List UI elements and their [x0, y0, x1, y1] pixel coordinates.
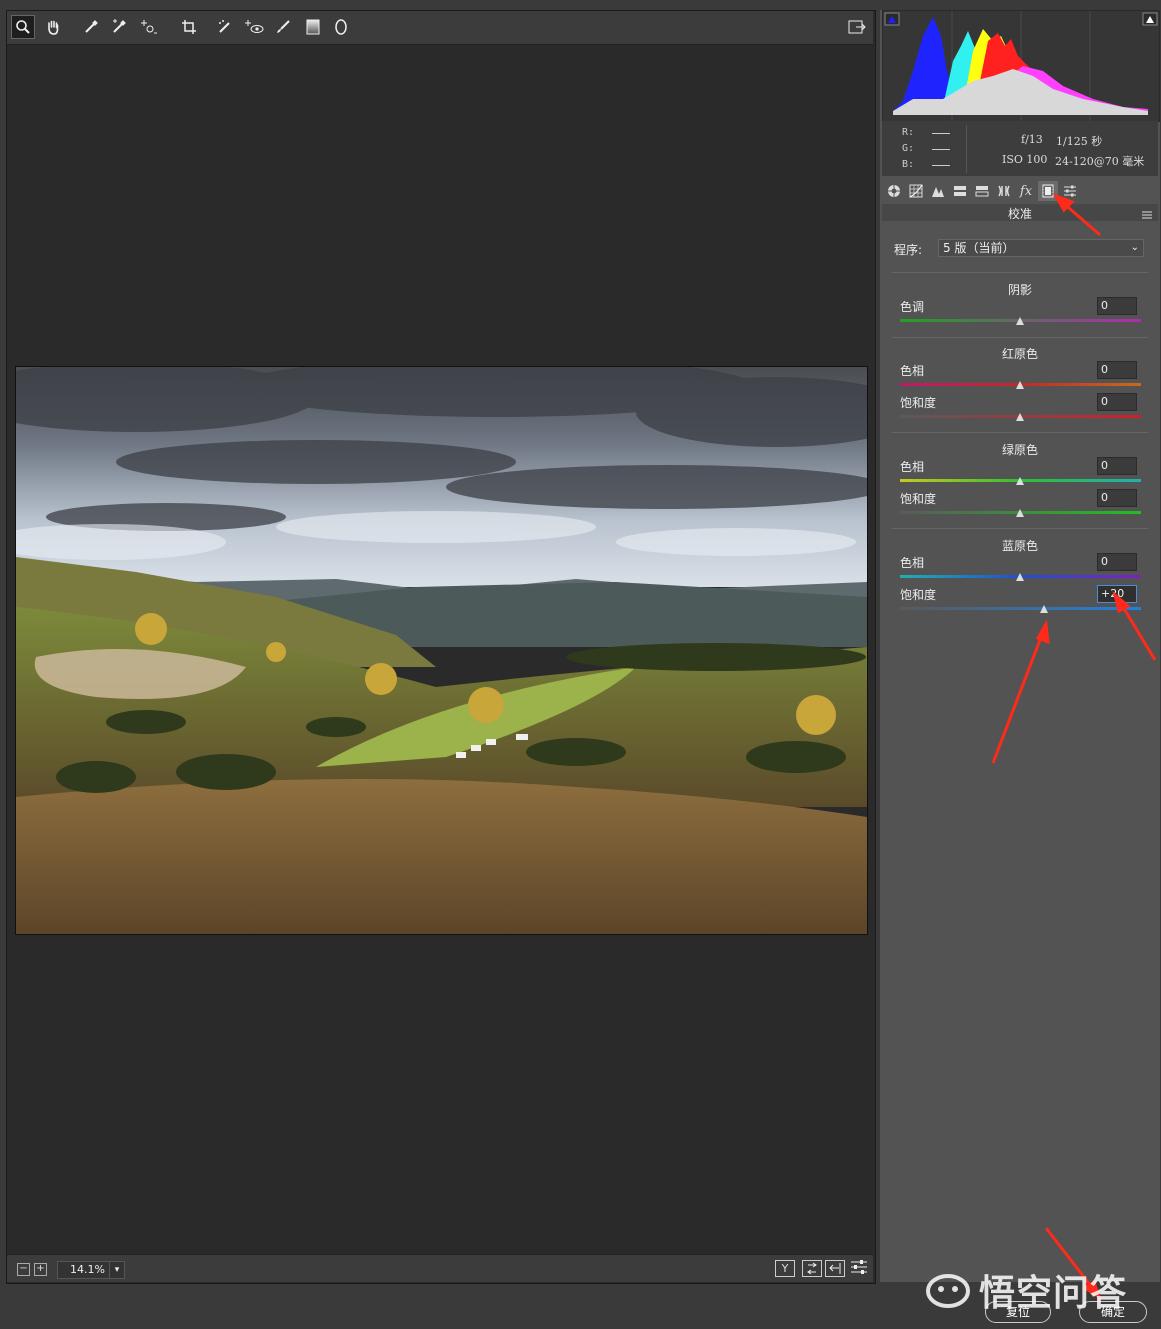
- red-hue-label: 色相: [900, 364, 925, 378]
- watermark: 悟空问答: [925, 1264, 1127, 1319]
- green-hue-label: 色相: [900, 460, 925, 474]
- red-saturation-label: 饱和度: [900, 396, 937, 410]
- green-saturation-slider-thumb[interactable]: [1016, 509, 1024, 517]
- color-sampler-tool-icon[interactable]: [107, 15, 131, 39]
- process-version-select[interactable]: 5 版（当前） ⌄: [938, 239, 1144, 257]
- blue-primary-title: 蓝原色: [1001, 539, 1038, 553]
- graduated-filter-tool-icon[interactable]: [301, 15, 325, 39]
- zoom-out-button[interactable]: −: [17, 1263, 30, 1276]
- chevron-down-icon: ▾: [109, 1262, 124, 1278]
- red-readout-label: R:: [902, 127, 915, 138]
- detail-tab-icon[interactable]: [928, 181, 948, 201]
- adjustment-brush-tool-icon[interactable]: [271, 15, 295, 39]
- aperture-value: f/13: [1021, 133, 1043, 146]
- green-readout-label: G:: [902, 143, 915, 154]
- white-balance-tool-icon[interactable]: [79, 15, 103, 39]
- green-primary-title: 绿原色: [1001, 443, 1038, 457]
- green-saturation-input[interactable]: 0: [1097, 489, 1137, 507]
- zoom-tool-icon[interactable]: [11, 15, 35, 39]
- before-after-view-icon[interactable]: Y: [775, 1260, 795, 1277]
- red-hue-input[interactable]: 0: [1097, 361, 1137, 379]
- blue-readout-label: B:: [902, 159, 915, 170]
- section-title: 校准: [1007, 207, 1032, 221]
- export-icon[interactable]: [845, 15, 869, 39]
- red-saturation-input[interactable]: 0: [1097, 393, 1137, 411]
- tool-bar: [7, 11, 873, 45]
- spot-removal-tool-icon[interactable]: [213, 15, 237, 39]
- blue-saturation-label: 饱和度: [900, 588, 937, 602]
- effects-fx-tab-icon[interactable]: fx: [1016, 181, 1036, 201]
- watermark-logo-icon: [925, 1272, 971, 1319]
- image-info: R: G: B: f/13 1/125 秒 ISO 100 24-120@70 …: [882, 121, 1158, 176]
- calibration-tab-icon[interactable]: [1038, 181, 1058, 201]
- watermark-text: 悟空问答: [979, 1273, 1128, 1314]
- red-eye-tool-icon[interactable]: [242, 15, 266, 39]
- radial-filter-tool-icon[interactable]: [329, 15, 353, 39]
- zoom-level-value: 14.1%: [70, 1263, 105, 1276]
- blue-saturation-input[interactable]: +20: [1097, 585, 1137, 603]
- red-saturation-slider-thumb[interactable]: [1016, 413, 1024, 421]
- blue-hue-label: 色相: [900, 556, 925, 570]
- green-saturation-label: 饱和度: [900, 492, 937, 506]
- blue-saturation-slider-thumb[interactable]: [1040, 605, 1048, 613]
- panel-tabs: fx: [882, 180, 1158, 202]
- zoom-level-select[interactable]: 14.1% ▾: [57, 1261, 125, 1279]
- chevron-down-icon: ⌄: [1130, 242, 1139, 253]
- settings-sliders-icon[interactable]: [850, 1259, 868, 1276]
- histogram: [882, 10, 1160, 122]
- lens-value: 24-120@70 毫米: [1055, 155, 1145, 168]
- red-hue-slider-thumb[interactable]: [1016, 381, 1024, 389]
- copy-settings-icon[interactable]: [825, 1260, 845, 1277]
- shutter-value: 1/125 秒: [1056, 135, 1103, 148]
- hand-tool-icon[interactable]: [41, 15, 65, 39]
- shadows-tint-label: 色调: [900, 300, 925, 314]
- green-hue-input[interactable]: 0: [1097, 457, 1137, 475]
- lens-corrections-tab-icon[interactable]: [994, 181, 1014, 201]
- presets-tab-icon[interactable]: [1060, 181, 1080, 201]
- basic-tab-icon[interactable]: [884, 181, 904, 201]
- process-version-value: 5 版（当前）: [943, 241, 1015, 255]
- blue-hue-input[interactable]: 0: [1097, 553, 1137, 571]
- tone-curve-tab-icon[interactable]: [906, 181, 926, 201]
- hsl-tab-icon[interactable]: [950, 181, 970, 201]
- panel-menu-icon[interactable]: [1142, 208, 1152, 222]
- landscape-photo: [15, 366, 868, 935]
- green-hue-slider-thumb[interactable]: [1016, 477, 1024, 485]
- shadows-tint-input[interactable]: 0: [1097, 297, 1137, 315]
- blue-saturation-slider-track[interactable]: [900, 607, 1141, 610]
- blue-hue-slider-thumb[interactable]: [1016, 573, 1024, 581]
- crop-tool-icon[interactable]: [177, 15, 201, 39]
- shadows-title: 阴影: [1007, 283, 1032, 297]
- targeted-adjustment-tool-icon[interactable]: [137, 15, 161, 39]
- zoom-in-button[interactable]: +: [34, 1263, 47, 1276]
- iso-value: ISO 100: [1002, 153, 1048, 166]
- status-bar: − + 14.1% ▾ Y: [7, 1254, 873, 1282]
- swap-settings-icon[interactable]: [802, 1260, 822, 1277]
- red-primary-title: 红原色: [1001, 347, 1038, 361]
- process-version-label: 程序:: [894, 243, 923, 257]
- shadows-tint-slider-thumb[interactable]: [1016, 317, 1024, 325]
- split-toning-tab-icon[interactable]: [972, 181, 992, 201]
- calibration-section-header: 校准: [882, 204, 1158, 221]
